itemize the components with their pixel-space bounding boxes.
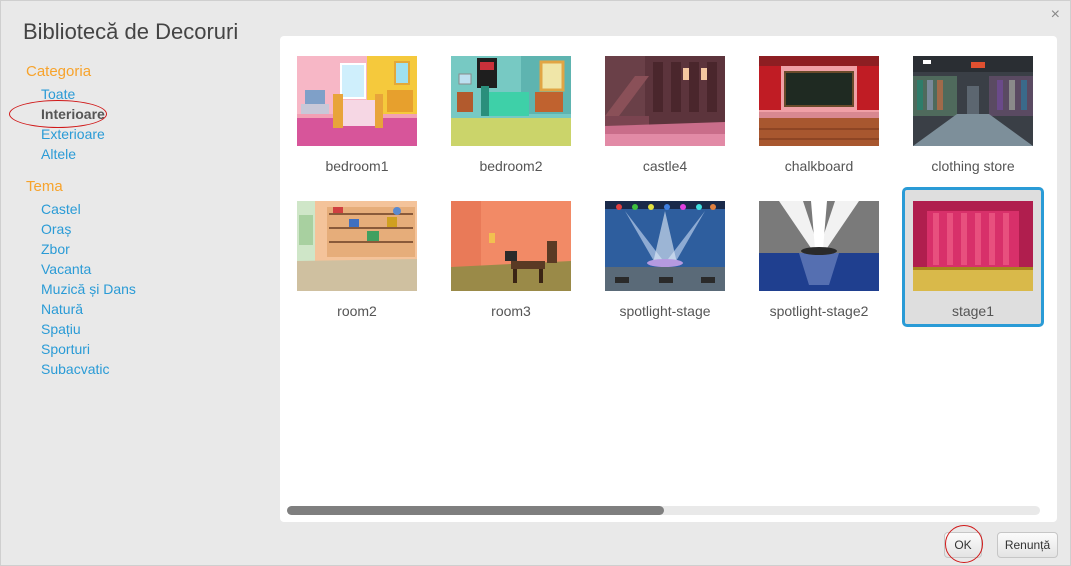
tile-castle4[interactable]: castle4 [594, 42, 736, 182]
tile-label: chalkboard [784, 158, 854, 174]
sidebar-item-vacanta[interactable]: Vacanta [26, 259, 266, 279]
backdrop-thumbnail [759, 56, 879, 146]
tile-label: bedroom1 [325, 158, 389, 174]
backdrop-thumbnail [297, 201, 417, 291]
sidebar-item-zbor[interactable]: Zbor [26, 239, 266, 259]
horizontal-scrollbar[interactable] [287, 506, 1040, 515]
backdrop-thumbnail [913, 201, 1033, 291]
dialog-title: Bibliotecă de Decoruri [23, 19, 239, 44]
backdrop-thumbnail [913, 56, 1033, 146]
tile-label: clothing store [931, 158, 1015, 174]
backdrop-thumbnail [451, 201, 571, 291]
sidebar-item-exterioare[interactable]: Exterioare [26, 124, 266, 144]
tile-chalkboard[interactable]: chalkboard [748, 42, 890, 182]
sidebar: Categoria Toate Interioare Exterioare Al… [9, 63, 266, 379]
ok-button[interactable]: OK [944, 532, 982, 558]
sidebar-item-sporturi[interactable]: Sporturi [26, 339, 266, 359]
backdrop-thumbnail [451, 56, 571, 146]
tile-label: spotlight-stage [619, 303, 711, 319]
cancel-button[interactable]: Renunță [997, 532, 1058, 558]
theme-section-title: Tema [26, 178, 63, 195]
close-icon[interactable]: × [1051, 7, 1060, 23]
category-section-title: Categoria [26, 63, 92, 80]
tile-label: bedroom2 [479, 158, 543, 174]
backdrop-thumbnail [605, 56, 725, 146]
tile-bedroom1[interactable]: bedroom1 [286, 42, 428, 182]
sidebar-item-subacvatic[interactable]: Subacvatic [26, 359, 266, 379]
sidebar-item-altele[interactable]: Altele [26, 144, 266, 164]
tile-spotlight-stage[interactable]: spotlight-stage [594, 187, 736, 327]
tile-label: room2 [337, 303, 377, 319]
sidebar-item-natura[interactable]: Natură [26, 299, 266, 319]
tile-clothing-store[interactable]: clothing store [902, 42, 1044, 182]
sidebar-item-label: Interioare [41, 106, 105, 122]
tile-room3[interactable]: room3 [440, 187, 582, 327]
tile-label: castle4 [642, 158, 688, 174]
sidebar-item-castel[interactable]: Castel [26, 199, 266, 219]
tile-spotlight-stage2[interactable]: spotlight-stage2 [748, 187, 890, 327]
backdrop-grid: bedroom1 bedroom2 castle4 chalkboard clo… [280, 36, 1057, 522]
sidebar-item-interioare[interactable]: Interioare [9, 100, 266, 128]
tile-label: room3 [491, 303, 531, 319]
tile-stage1[interactable]: stage1 [902, 187, 1044, 327]
sidebar-item-muzica-si-dans[interactable]: Muzică și Dans [26, 279, 266, 299]
scrollbar-thumb[interactable] [287, 506, 664, 515]
tile-bedroom2[interactable]: bedroom2 [440, 42, 582, 182]
backdrop-library-dialog: Bibliotecă de Decoruri × Categoria Toate… [0, 0, 1071, 566]
sidebar-item-toate[interactable]: Toate [26, 84, 266, 104]
backdrop-thumbnail [297, 56, 417, 146]
backdrop-thumbnail [605, 201, 725, 291]
tile-label: spotlight-stage2 [769, 303, 869, 319]
sidebar-item-oras[interactable]: Oraș [26, 219, 266, 239]
tile-label: stage1 [951, 303, 995, 319]
tile-room2[interactable]: room2 [286, 187, 428, 327]
sidebar-item-spatiu[interactable]: Spațiu [26, 319, 266, 339]
backdrop-thumbnail [759, 201, 879, 291]
